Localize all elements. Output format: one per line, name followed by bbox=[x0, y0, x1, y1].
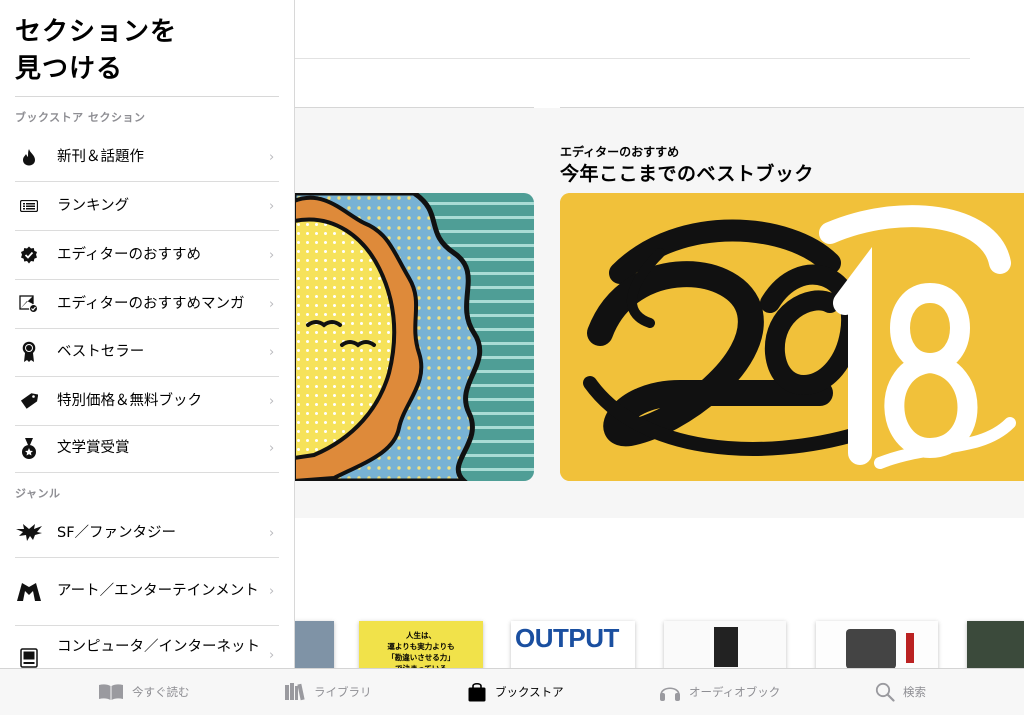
sidebar-item-ranking[interactable]: ランキング › bbox=[15, 182, 279, 231]
sidebar-item-sf-fantasy[interactable]: SF／ファンタジー › bbox=[15, 509, 279, 558]
sidebar-item-literary-awards[interactable]: 文学賞受賞 › bbox=[15, 425, 279, 473]
computer-icon bbox=[15, 644, 43, 668]
feature-card-sun[interactable] bbox=[294, 193, 534, 481]
sidebar-item-label: 新刊＆話題作 bbox=[57, 148, 144, 165]
divider bbox=[560, 107, 1024, 108]
book-cover-title: OUTPUT bbox=[515, 623, 619, 653]
sidebar-item-label: ベストセラー bbox=[57, 343, 145, 360]
library-icon bbox=[285, 683, 305, 701]
chevron-right-icon: › bbox=[269, 441, 275, 456]
tab-book-store[interactable]: ブックストア bbox=[467, 669, 564, 715]
sidebar-item-editors-picks[interactable]: エディターのおすすめ › bbox=[15, 231, 279, 280]
chevron-right-icon: › bbox=[269, 247, 275, 263]
chevron-right-icon: › bbox=[269, 648, 275, 663]
sidebar-item-new-releases[interactable]: 新刊＆話題作 › bbox=[15, 133, 279, 182]
headphones-icon bbox=[660, 687, 680, 701]
chevron-right-icon: › bbox=[269, 393, 275, 409]
sidebar-item-label: アート／エンターテインメント bbox=[57, 583, 259, 599]
shopping-bag-icon bbox=[468, 682, 486, 702]
tab-label: ライブラリ bbox=[314, 685, 372, 699]
sidebar-title: セクションを 見つける bbox=[15, 17, 178, 84]
book-cover[interactable] bbox=[664, 621, 786, 671]
chevron-right-icon: › bbox=[269, 296, 275, 312]
tab-search[interactable]: 検索 bbox=[875, 669, 926, 715]
book-cover[interactable] bbox=[967, 621, 1024, 671]
sidebar-item-label: 特別価格＆無料ブック bbox=[57, 392, 202, 409]
theater-icon bbox=[15, 578, 43, 606]
sun-artwork bbox=[294, 193, 534, 481]
chevron-right-icon: › bbox=[269, 525, 275, 541]
book-cover[interactable]: 人生は、 運よりも実力よりも 「勘違いさせる力」 で決まっている bbox=[359, 621, 483, 671]
ribbon-icon bbox=[15, 338, 43, 366]
feature-title[interactable]: 今年ここまでのベストブック bbox=[560, 159, 814, 186]
tab-bar: 今すぐ読む ライブラリ ブックストア オーディオブック 検索 bbox=[0, 668, 1024, 715]
sidebar-item-computers-internet[interactable]: コンピュータ／インターネット › bbox=[15, 626, 279, 668]
section-header-store: ブックストア セクション bbox=[15, 111, 146, 124]
manga-badge-icon bbox=[15, 290, 43, 318]
sidebar-item-label: ランキング bbox=[57, 197, 130, 214]
price-tag-icon bbox=[15, 387, 43, 415]
divider bbox=[15, 96, 279, 97]
sidebar-item-label: 文学賞受賞 bbox=[57, 440, 130, 456]
divider bbox=[294, 58, 970, 59]
book-cover[interactable] bbox=[816, 621, 938, 671]
flame-icon bbox=[15, 143, 43, 171]
tab-library[interactable]: ライブラリ bbox=[284, 669, 372, 715]
sidebar-item-arts-entertainment[interactable]: アート／エンターテインメント › bbox=[15, 558, 279, 626]
tab-label: 今すぐ読む bbox=[132, 685, 190, 699]
sidebar-item-label: エディターのおすすめマンガ bbox=[57, 295, 245, 312]
feature-eyebrow: エディターのおすすめ bbox=[560, 145, 680, 159]
sidebar-item-label: SF／ファンタジー bbox=[57, 524, 177, 541]
medal-icon bbox=[15, 435, 43, 463]
sidebar-item-special-price[interactable]: 特別価格＆無料ブック › bbox=[15, 377, 279, 426]
chevron-right-icon: › bbox=[269, 198, 275, 214]
sidebar-item-label: コンピュータ／インターネット bbox=[57, 639, 260, 655]
book-open-icon bbox=[99, 684, 123, 700]
checkmark-badge-icon bbox=[15, 241, 43, 269]
list-icon bbox=[15, 192, 43, 220]
book-cover-text: 人生は、 運よりも実力よりも 「勘違いさせる力」 で決まっている bbox=[387, 631, 455, 671]
section-header-genre: ジャンル bbox=[15, 487, 61, 500]
sections-sidebar: セクションを 見つける ブックストア セクション 新刊＆話題作 › ランキング … bbox=[0, 0, 295, 668]
sidebar-item-editors-manga[interactable]: エディターのおすすめマンガ › bbox=[15, 280, 279, 329]
chevron-right-icon: › bbox=[269, 149, 275, 165]
book-cover[interactable]: OUTPUT bbox=[511, 621, 635, 671]
tab-label: オーディオブック bbox=[689, 685, 781, 699]
tab-label: 検索 bbox=[903, 685, 926, 699]
divider bbox=[294, 107, 534, 108]
dragon-icon bbox=[15, 519, 43, 547]
sidebar-item-label: エディターのおすすめ bbox=[57, 246, 201, 263]
feature-card-2018[interactable] bbox=[560, 193, 1024, 481]
tab-reading-now[interactable]: 今すぐ読む bbox=[98, 669, 190, 715]
sidebar-item-bestsellers[interactable]: ベストセラー › bbox=[15, 328, 279, 377]
chevron-right-icon: › bbox=[269, 584, 275, 599]
book-shelf: 人生は、 運よりも実力よりも 「勘違いさせる力」 で決まっている OUTPUT bbox=[294, 615, 1024, 671]
book-cover[interactable] bbox=[294, 621, 334, 671]
brush-2018-artwork bbox=[560, 193, 1024, 481]
search-icon bbox=[875, 682, 895, 702]
tab-label: ブックストア bbox=[495, 685, 564, 699]
tab-audiobooks[interactable]: オーディオブック bbox=[659, 669, 780, 715]
chevron-right-icon: › bbox=[269, 344, 275, 360]
